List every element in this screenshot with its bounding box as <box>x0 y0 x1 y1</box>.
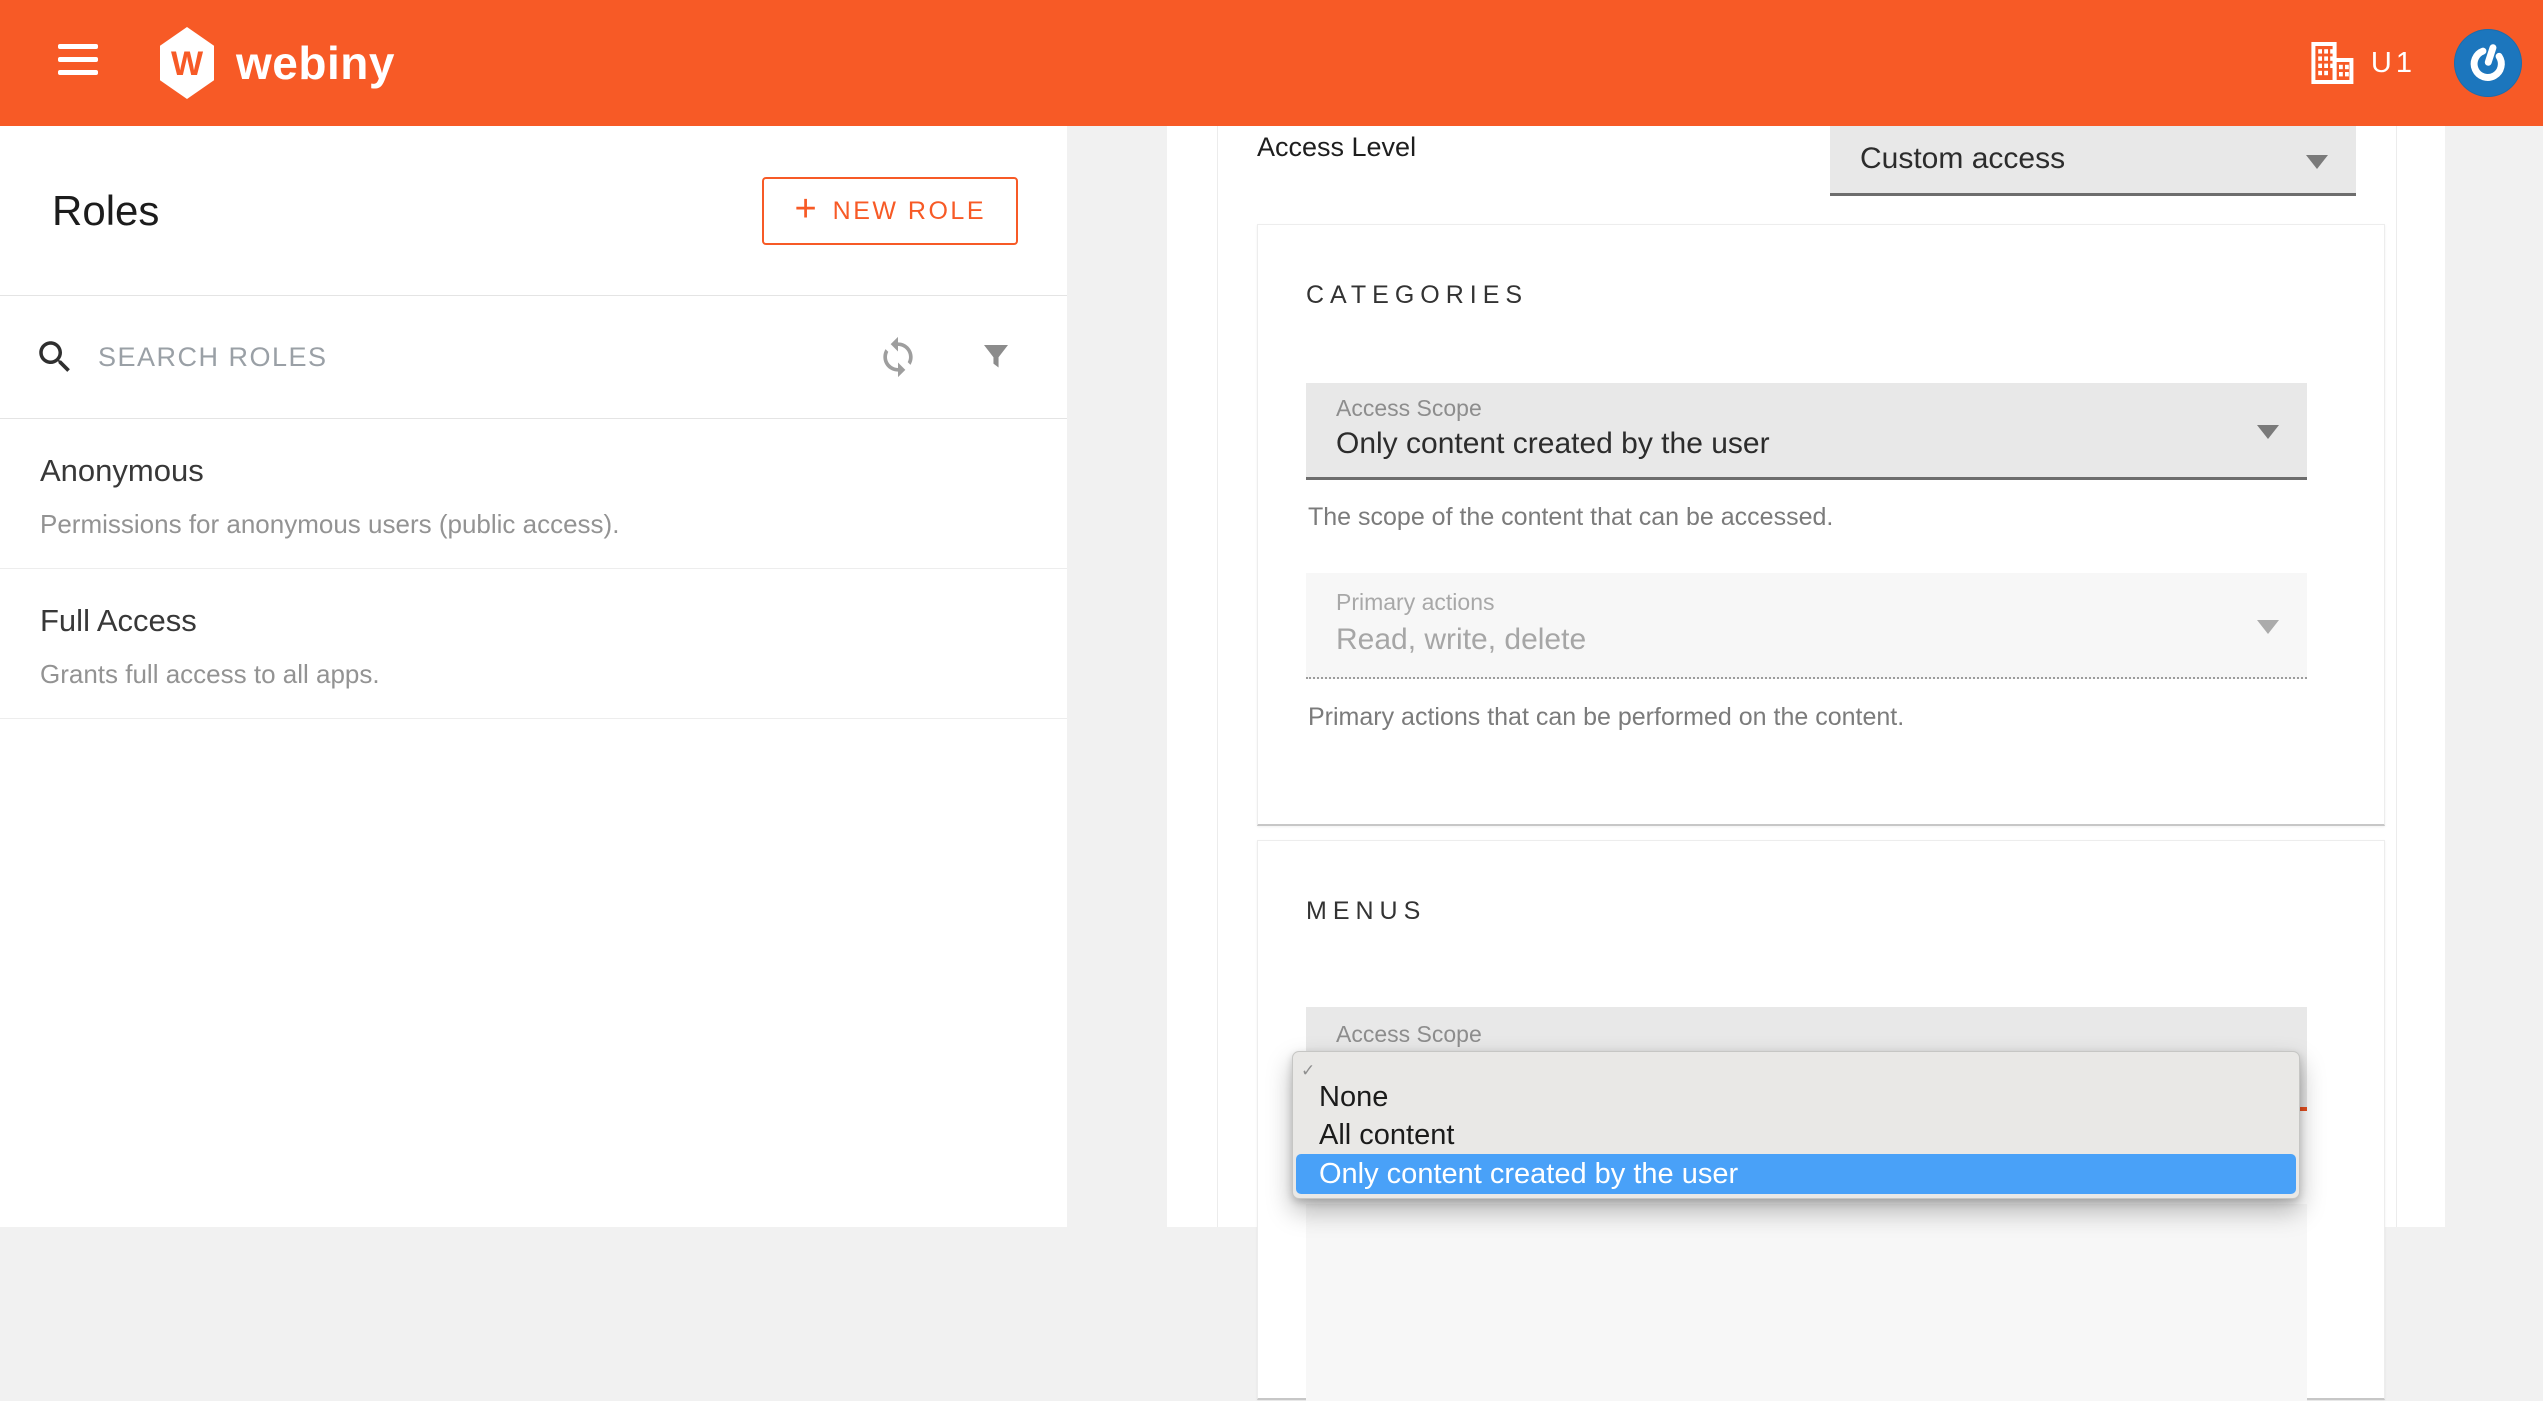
roles-list-header: Roles + NEW ROLE <box>0 126 1067 296</box>
categories-card: CATEGORIES Access Scope Only content cre… <box>1257 224 2385 826</box>
checkmark-icon: ✓ <box>1301 1061 1315 1080</box>
hamburger-bar <box>58 70 98 75</box>
refresh-button[interactable] <box>876 335 920 379</box>
panel-edge-line <box>1217 126 1218 1227</box>
organization-icon <box>2309 40 2357 86</box>
filter-button[interactable] <box>978 338 1014 376</box>
avatar[interactable] <box>2454 29 2522 97</box>
new-role-button-label: NEW ROLE <box>833 197 986 226</box>
webiny-hexagon-icon: W <box>160 27 214 99</box>
role-list-item-full-access[interactable]: Full Access Grants full access to all ap… <box>0 569 1067 719</box>
chevron-down-icon <box>2257 620 2279 634</box>
select-label: Access Scope <box>1336 395 1482 422</box>
dropdown-option-empty[interactable]: ✓ <box>1293 1056 2299 1078</box>
search-bar <box>0 296 1067 419</box>
brand-wordmark: webiny <box>236 36 395 90</box>
hamburger-bar <box>58 57 98 62</box>
dropdown-option-none[interactable]: None <box>1293 1078 2299 1116</box>
search-input[interactable] <box>98 342 876 373</box>
role-list-item-anonymous[interactable]: Anonymous Permissions for anonymous user… <box>0 419 1067 569</box>
select-value: Read, write, delete <box>1336 623 1586 657</box>
page-title: Roles <box>52 126 159 296</box>
hamburger-bar <box>58 44 98 49</box>
panel-edge-line <box>2396 126 2397 1227</box>
search-icon <box>34 336 76 378</box>
menus-primary-actions-select-partial <box>1306 1204 2307 1401</box>
categories-primary-actions-select: Primary actions Read, write, delete <box>1306 573 2307 679</box>
dropdown-option-only-content-created-by-user[interactable]: Only content created by the user <box>1296 1154 2296 1194</box>
tenant-label: U1 <box>2371 47 2416 80</box>
access-level-label: Access Level <box>1257 132 1416 163</box>
categories-access-scope-select[interactable]: Access Scope Only content created by the… <box>1306 383 2307 480</box>
role-description: Grants full access to all apps. <box>40 659 1027 690</box>
role-description: Permissions for anonymous users (public … <box>40 509 1027 540</box>
webiny-logo: W webiny <box>160 0 395 126</box>
topbar-right: U1 <box>2309 0 2522 126</box>
hamburger-menu-icon[interactable] <box>58 44 98 82</box>
role-name: Full Access <box>40 603 1027 639</box>
refresh-icon <box>876 335 920 379</box>
filter-funnel-icon <box>978 338 1014 376</box>
menus-card-title: MENUS <box>1306 897 1426 926</box>
role-form-panel: Access Level Custom access CATEGORIES Ac… <box>1167 126 2445 1227</box>
tenant-switcher[interactable]: U1 <box>2309 40 2416 86</box>
access-level-value: Custom access <box>1860 142 2065 176</box>
role-name: Anonymous <box>40 453 1027 489</box>
chevron-down-icon <box>2306 155 2328 169</box>
plus-icon: + <box>794 188 816 231</box>
top-app-bar: W webiny <box>0 0 2543 126</box>
select-label: Primary actions <box>1336 589 1494 616</box>
roles-list-panel: Roles + NEW ROLE Anonymous <box>0 126 1067 1227</box>
categories-card-title: CATEGORIES <box>1306 281 1528 310</box>
primary-actions-helper-text: Primary actions that can be performed on… <box>1308 703 1904 732</box>
webiny-logo-letter: W <box>171 45 203 84</box>
access-scope-dropdown-menu: ✓ None All content Only content created … <box>1292 1051 2300 1199</box>
access-level-select[interactable]: Custom access <box>1830 126 2356 196</box>
select-value: Only content created by the user <box>1336 427 1770 461</box>
app: W webiny <box>0 0 2543 1227</box>
chevron-down-icon <box>2257 425 2279 439</box>
select-label: Access Scope <box>1336 1021 1482 1048</box>
dropdown-option-all-content[interactable]: All content <box>1293 1116 2299 1154</box>
new-role-button[interactable]: + NEW ROLE <box>762 177 1018 245</box>
avatar-power-icon <box>2459 34 2517 92</box>
access-scope-helper-text: The scope of the content that can be acc… <box>1308 503 1833 532</box>
